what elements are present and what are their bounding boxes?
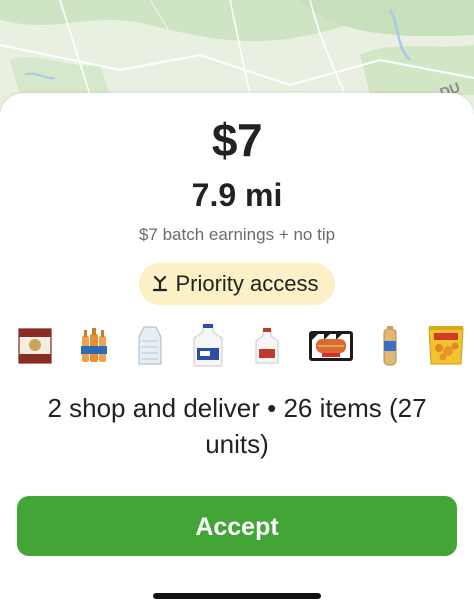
item-thumbnails[interactable]	[18, 321, 466, 371]
hot-dog-buns-icon	[308, 321, 354, 371]
beer-case-icon	[18, 321, 52, 371]
priority-access-label: Priority access	[175, 271, 319, 296]
batch-distance: 7.9 mi	[191, 177, 283, 213]
bread-loaf-icon	[381, 321, 399, 371]
milk-half-gallon-icon	[253, 321, 281, 371]
batch-amount: $7	[211, 114, 263, 166]
home-indicator[interactable]	[153, 593, 321, 599]
earnings-note: $7 batch earnings + no tip	[138, 225, 336, 244]
milk-gallon-icon	[191, 321, 225, 371]
chips-bag-icon	[426, 321, 466, 371]
priority-arrow-icon	[153, 276, 168, 292]
soda-bottles-icon	[79, 321, 109, 371]
batch-offer-card: $7 7.9 mi $7 batch earnings + no tip Pri…	[0, 93, 474, 607]
ice-bag-icon	[136, 321, 164, 371]
priority-access-badge: Priority access	[139, 263, 335, 305]
batch-summary: 2 shop and deliver • 26 items (27 units)	[47, 393, 427, 459]
accept-button[interactable]: Accept	[17, 496, 457, 556]
